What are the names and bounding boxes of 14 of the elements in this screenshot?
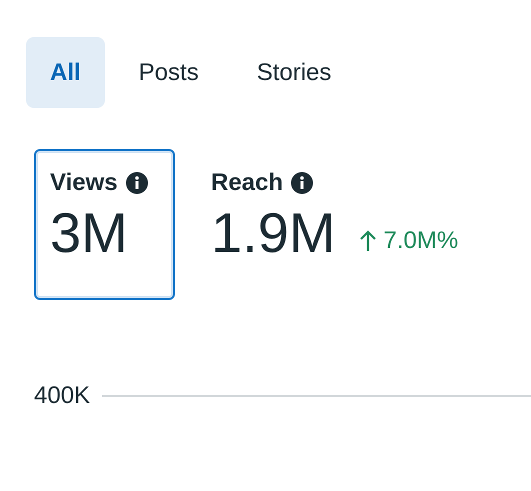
info-icon[interactable] <box>291 172 314 194</box>
change-value: 7.0M% <box>384 229 458 253</box>
metric-value: 3M <box>50 205 128 261</box>
metric-label: Reach <box>211 171 284 195</box>
metric-label: Views <box>50 171 118 195</box>
axis-tick-label: 400K <box>34 384 90 408</box>
metric-card[interactable]: Views 3M <box>34 149 175 300</box>
metric-value: 1.9M <box>211 205 336 261</box>
metric-card[interactable]: Reach 1.9M 7.0M% <box>209 149 460 300</box>
up-arrow-icon <box>360 230 376 252</box>
tab[interactable]: Posts <box>114 37 223 108</box>
info-icon[interactable] <box>126 172 148 194</box>
tab[interactable]: All <box>26 37 105 108</box>
tab[interactable]: Stories <box>232 37 356 108</box>
